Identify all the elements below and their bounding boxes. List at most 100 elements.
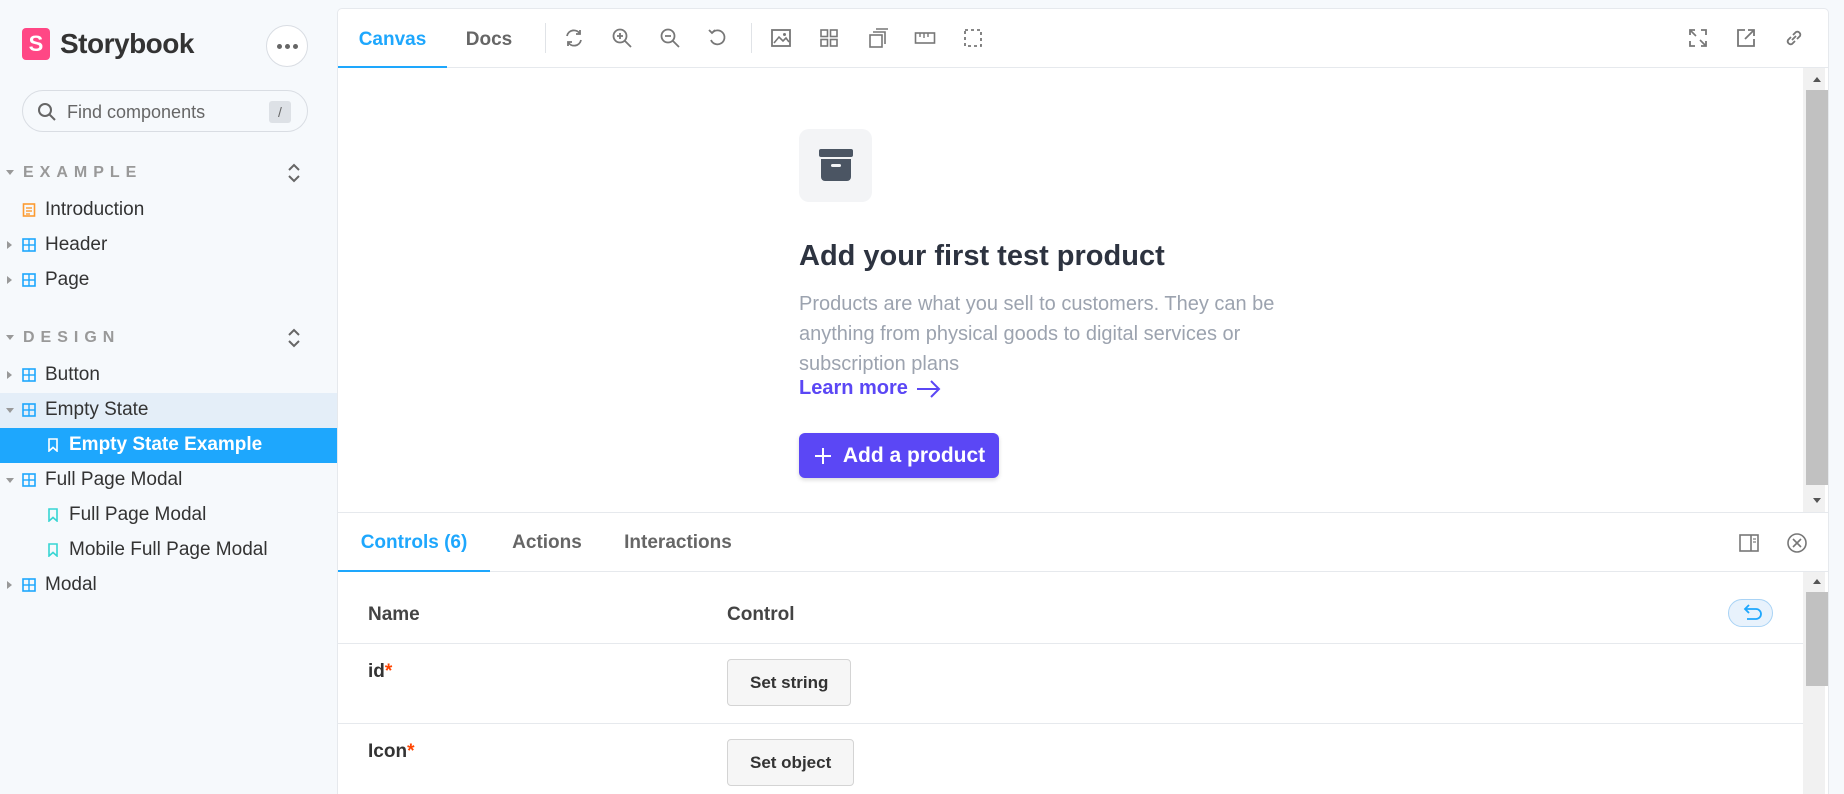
add-product-button[interactable]: Add a product	[799, 433, 999, 478]
brand-name: Storybook	[60, 28, 194, 59]
undo-icon	[1743, 604, 1762, 620]
sidebar-item-label: Full Page Modal	[69, 504, 207, 525]
empty-state-description: Products are what you sell to customers.…	[799, 293, 1275, 375]
document-icon	[22, 203, 36, 217]
add-product-label: Add a product	[842, 443, 986, 467]
tab-docs[interactable]: Docs	[447, 9, 531, 68]
grid-icon[interactable]	[818, 27, 840, 49]
set-string-button[interactable]: Set string	[727, 659, 852, 706]
search-input[interactable]	[67, 99, 267, 125]
control-row-icon: Icon* Set object	[338, 724, 1803, 794]
sidebar-item-header[interactable]: Header	[0, 228, 338, 263]
caret-right-icon	[7, 581, 12, 589]
tab-canvas[interactable]: Canvas	[338, 9, 447, 69]
controls-table: Name Control id* Set string Icon* Set ob…	[338, 572, 1803, 794]
sidebar-item-label: Empty State	[45, 399, 149, 420]
learn-more-label: Learn more	[799, 377, 908, 399]
section-design[interactable]: DESIGN	[0, 327, 338, 351]
sidebar-item-label: Full Page Modal	[45, 469, 183, 490]
toolbar-divider	[751, 23, 752, 53]
tab-actions[interactable]: Actions	[490, 513, 604, 572]
toolbar: Canvas Docs	[338, 9, 1828, 69]
canvas-scroll-thumb[interactable]	[1806, 90, 1828, 485]
scroll-up-icon[interactable]	[1806, 574, 1828, 588]
caret-down-icon	[6, 478, 14, 483]
set-object-button[interactable]: Set object	[727, 739, 855, 786]
component-icon	[22, 578, 36, 592]
column-header-control: Control	[727, 604, 795, 625]
bookmark-icon	[48, 543, 58, 557]
component-icon	[22, 403, 36, 417]
column-header-name: Name	[368, 604, 420, 625]
reset-controls-button[interactable]	[1728, 599, 1773, 627]
section-label: EXAMPLE	[23, 164, 143, 181]
sidebar-item-introduction[interactable]: Introduction	[0, 193, 338, 228]
sidebar-item-modal[interactable]: Modal	[0, 568, 338, 603]
bookmark-icon	[48, 438, 58, 452]
caret-down-icon	[6, 170, 14, 175]
scroll-up-icon[interactable]	[1806, 72, 1828, 86]
panel-orientation-icon[interactable]	[1738, 532, 1760, 554]
caret-down-icon	[6, 335, 14, 340]
plus-icon	[814, 447, 831, 464]
fullscreen-icon[interactable]	[1687, 27, 1709, 49]
open-new-tab-icon[interactable]	[1735, 27, 1757, 49]
sidebar-item-label: Mobile Full Page Modal	[69, 539, 268, 560]
sidebar-item-label: Modal	[45, 574, 97, 595]
zoom-out-icon[interactable]	[659, 27, 681, 49]
sidebar: S Storybook / EXAMPLE Introduction	[0, 0, 338, 794]
component-icon	[22, 368, 36, 382]
outline-icon[interactable]	[962, 27, 984, 49]
expand-collapse-icon[interactable]	[286, 327, 302, 349]
caret-right-icon	[7, 241, 12, 249]
control-name: Icon*	[368, 741, 415, 762]
search-box[interactable]: /	[22, 90, 308, 132]
controls-scroll-thumb[interactable]	[1806, 592, 1828, 686]
search-shortcut-badge: /	[269, 101, 291, 123]
zoom-in-icon[interactable]	[611, 27, 633, 49]
more-menu-button[interactable]	[266, 25, 308, 67]
sidebar-item-button[interactable]: Button	[0, 358, 338, 393]
required-marker: *	[384, 661, 393, 682]
expand-collapse-icon[interactable]	[286, 162, 302, 184]
sidebar-item-full-page-modal[interactable]: Full Page Modal	[0, 463, 338, 498]
ellipsis-icon	[276, 43, 282, 49]
caret-right-icon	[7, 371, 12, 379]
sidebar-item-label: Button	[45, 364, 100, 385]
arrow-right-icon	[916, 379, 941, 398]
controls-scrollbar[interactable]	[1803, 572, 1828, 794]
section-label: DESIGN	[23, 329, 121, 346]
bookmark-icon	[48, 508, 58, 522]
tab-interactions[interactable]: Interactions	[604, 513, 752, 572]
control-row-id: id* Set string	[338, 644, 1803, 724]
sidebar-item-full-page-modal-story[interactable]: Full Page Modal	[0, 498, 338, 533]
sidebar-item-label: Page	[45, 269, 90, 290]
scroll-down-icon[interactable]	[1806, 494, 1828, 508]
ruler-icon[interactable]	[914, 27, 936, 49]
addons-panel-tabs: Controls (6) Actions Interactions	[338, 512, 1828, 573]
component-icon	[22, 473, 36, 487]
main-panel: Canvas Docs Add your first test product …	[338, 9, 1828, 794]
tab-controls[interactable]: Controls (6)	[338, 513, 490, 573]
story-canvas: Add your first test product Products are…	[338, 68, 1803, 512]
archive-icon	[819, 149, 853, 181]
viewport-icon[interactable]	[866, 27, 888, 49]
sidebar-item-mobile-full-page-modal[interactable]: Mobile Full Page Modal	[0, 533, 338, 568]
required-marker: *	[407, 741, 415, 762]
reload-icon[interactable]	[563, 27, 585, 49]
image-background-icon[interactable]	[770, 27, 792, 49]
brand[interactable]: S Storybook	[22, 28, 194, 60]
sidebar-item-page[interactable]: Page	[0, 263, 338, 298]
sidebar-item-empty-state[interactable]: Empty State	[0, 393, 338, 428]
learn-more-link[interactable]: Learn more	[799, 377, 942, 400]
storybook-logo-icon: S	[22, 28, 50, 60]
sidebar-item-label: Empty State Example	[69, 434, 263, 455]
close-panel-icon[interactable]	[1786, 532, 1808, 554]
section-example[interactable]: EXAMPLE	[0, 162, 338, 186]
zoom-reset-icon[interactable]	[707, 27, 729, 49]
canvas-scrollbar[interactable]	[1803, 68, 1828, 512]
caret-down-icon	[6, 408, 14, 413]
copy-link-icon[interactable]	[1783, 27, 1805, 49]
controls-header-row: Name Control	[338, 572, 1803, 644]
sidebar-item-empty-state-example[interactable]: Empty State Example	[0, 428, 338, 463]
